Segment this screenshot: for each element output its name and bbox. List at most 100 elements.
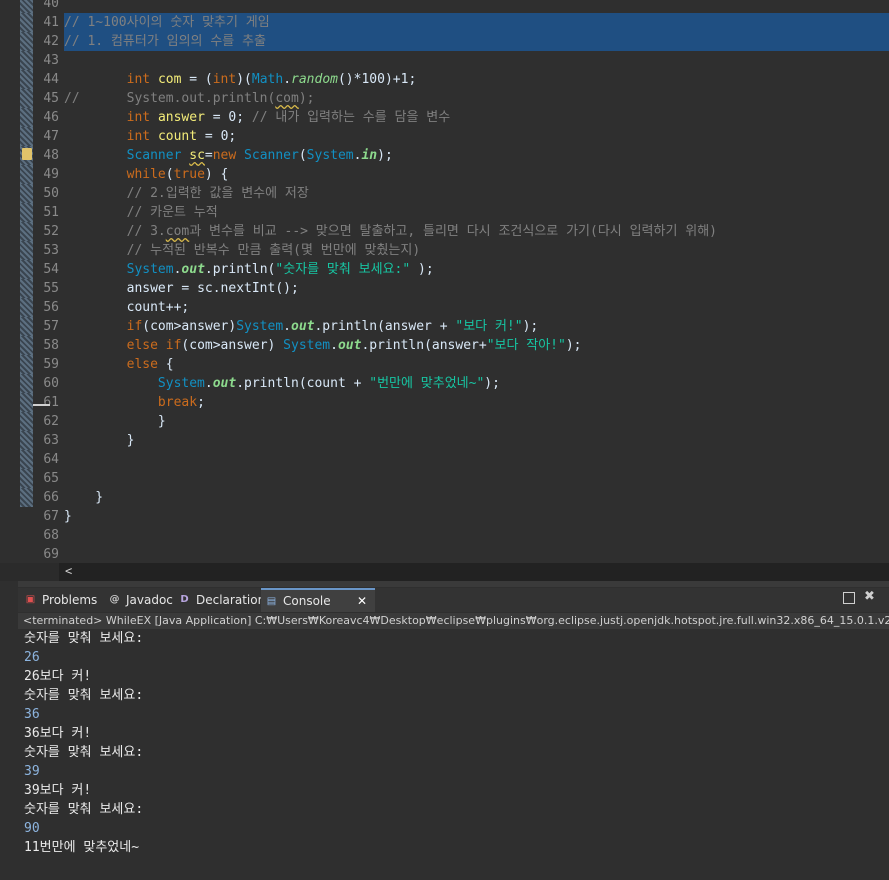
change-marker [20,298,33,317]
code-line[interactable]: } [64,412,889,431]
code-line[interactable]: while(true) { [64,165,889,184]
code-token: count [157,129,198,144]
code-area[interactable]: // 1~100사이의 숫자 맞추기 게임 // 1. 컴퓨터가 임의의 수를 추… [64,0,889,563]
current-line-marker [33,404,50,406]
code-line[interactable] [64,545,889,563]
line-number: 68 [43,528,59,543]
change-marker [20,127,33,146]
code-token: new [212,148,237,163]
code-token: while [126,167,166,182]
line-number: 69 [43,547,59,562]
line-number: 59 [43,357,59,372]
code-line[interactable]: int answer = 0; // 내가 입력하는 수를 담을 변수 [64,108,889,127]
code-line[interactable]: else { [64,355,889,374]
code-line[interactable] [64,526,889,545]
code-token: (com>answer) [181,338,284,353]
code-token: ( [165,167,174,182]
warning-icon[interactable] [22,148,32,160]
code-line[interactable]: // 3.com과 변수를 비교 --> 맞으면 탈출하고, 틀리면 다시 조건… [64,222,889,241]
code-token: ); [565,338,582,353]
line-number: 61 [43,395,59,410]
tab-console[interactable]: ▤ Console ✕ [261,588,375,612]
code-line[interactable]: break; [64,393,889,412]
line-number: 41 [43,15,59,30]
code-token: com [157,72,182,87]
change-marker [20,108,33,127]
code-editor[interactable]: 40 41 42 43 44 45 46 47 48 49 50 51 52 53 54 55 56 57 58 59… [0,0,889,563]
line-number: 63 [43,433,59,448]
code-line[interactable]: else if(com>answer) System.out.println(a… [64,336,889,355]
code-token: int [212,72,237,87]
code-line[interactable]: // 1. 컴퓨터가 임의의 수를 추출 [64,32,889,51]
code-line[interactable]: } [64,488,889,507]
code-token: // 1~100사이의 숫자 맞추기 게임 [64,15,270,30]
close-icon[interactable]: ✕ [357,590,367,612]
scroll-left-icon[interactable]: < [65,564,72,578]
code-token: // 카운트 누적 [126,205,218,220]
code-token: System [126,262,174,277]
console-icon: ▤ [266,596,277,607]
code-line[interactable]: int com = (int)(Math.random()*100)+1; [64,70,889,89]
code-token: } [64,490,104,505]
console-input-line: 90 [24,821,40,836]
console-output[interactable]: 숫자를 맞춰 보세요: 26 26보다 커! 숫자를 맞춰 보세요: 36 36보다 커!… [18,629,889,880]
code-token: ( [298,148,307,163]
code-line[interactable]: int count = 0; [64,127,889,146]
code-line[interactable]: System.out.println("숫자를 맞춰 보세요:" ); [64,260,889,279]
code-line[interactable]: // 1~100사이의 숫자 맞추기 게임 [64,13,889,32]
console-output-line: 36보다 커! [24,726,92,741]
line-number: 51 [43,205,59,220]
line-number: 60 [43,376,59,391]
more-icon[interactable]: ✖ [864,589,875,604]
code-line[interactable]: } [64,431,889,450]
change-bar [20,0,33,563]
code-line[interactable] [64,469,889,488]
line-number: 56 [43,300,59,315]
code-line[interactable]: if(com>answer)System.out.println(answer … [64,317,889,336]
code-line[interactable] [64,51,889,70]
code-line[interactable]: // 카운트 누적 [64,203,889,222]
line-number: 42 [43,34,59,49]
code-line[interactable]: // 누적된 반복수 만큼 출력(몇 번만에 맞췄는지) [64,241,889,260]
code-token: answer = sc.nextInt(); [126,281,299,296]
code-line[interactable]: // System.out.println(com); [64,89,889,108]
code-line[interactable]: answer = sc.nextInt(); [64,279,889,298]
code-line[interactable]: // 2.입력한 값을 변수에 저장 [64,184,889,203]
code-token: ; [408,72,417,87]
change-marker [20,165,33,184]
line-number-gutter[interactable]: 40 41 42 43 44 45 46 47 48 49 50 51 52 53 54 55 56 57 58 59… [33,0,59,563]
tab-label: Declaration [196,593,266,607]
code-line[interactable]: System.out.println(count + "번만에 맞추었네~"); [64,374,889,393]
code-line[interactable]: count++; [64,298,889,317]
code-token: "보다 커!" [455,319,523,334]
overview-ruler [0,0,20,563]
horizontal-scrollbar[interactable]: < [59,563,889,581]
code-token: . [204,376,213,391]
line-number: 67 [43,509,59,524]
code-token: "보다 작아!" [486,338,566,353]
line-number: 52 [43,224,59,239]
code-line[interactable]: Scanner sc=new Scanner(System.in); [64,146,889,165]
console-output-line: 숫자를 맞춰 보세요: [24,688,144,703]
minimize-icon[interactable] [843,592,855,604]
change-marker [20,374,33,393]
code-token: if [165,338,182,353]
code-line[interactable] [64,0,889,13]
console-input-line: 26 [24,650,40,665]
code-line[interactable] [64,450,889,469]
console-title: <terminated> WhileEX [Java Application] … [18,613,889,629]
code-token: . [283,319,291,334]
code-token: random [291,72,338,87]
code-token: // 1. 컴퓨터가 임의의 수를 추출 [64,34,267,49]
code-token: .println( [204,262,276,277]
console-output-line: 숫자를 맞춰 보세요: [24,745,144,760]
code-token: answer [157,110,205,125]
change-marker [20,222,33,241]
panel-divider[interactable] [0,581,889,587]
code-line[interactable]: } [64,507,889,526]
